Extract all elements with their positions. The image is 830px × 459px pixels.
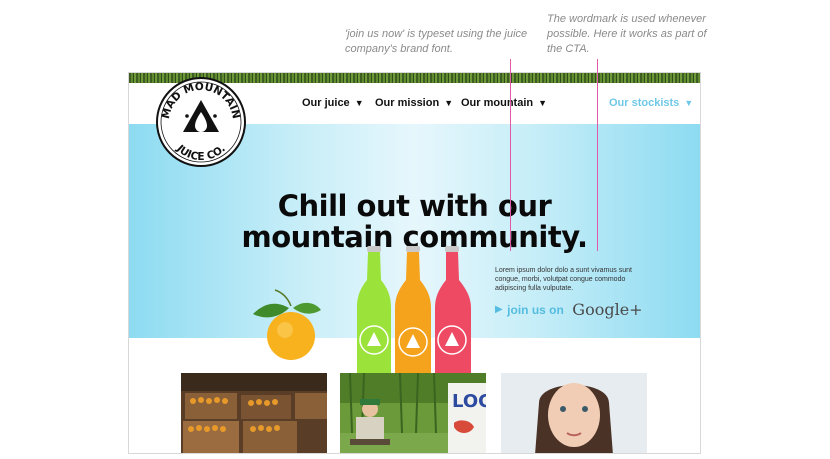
hero-blurb: Lorem ipsum dolor dolo a sunt vivamus su… [495, 267, 632, 292]
annotation-pointer-wordmark [597, 59, 598, 251]
nav-our-juice[interactable]: Our juice ▼ [302, 97, 364, 109]
photo-woman-portrait[interactable] [501, 373, 647, 454]
caret-down-icon: ▼ [684, 98, 694, 108]
cta-join-text: join us on [507, 302, 564, 317]
nav-our-mountain[interactable]: Our mountain ▼ [461, 97, 547, 109]
caret-down-icon: ▼ [444, 98, 454, 108]
play-arrow-icon: ▶ [495, 304, 503, 315]
caret-down-icon: ▼ [354, 98, 364, 108]
photo-orange-crates[interactable] [181, 373, 327, 454]
nav-our-juice-label: Our juice [302, 97, 350, 109]
nav-our-mission-label: Our mission [375, 97, 440, 109]
nav-our-stockists[interactable]: Our stockists ▼ [609, 97, 693, 109]
photo-farmer-cornfield[interactable]: LOC [340, 373, 486, 454]
join-google-plus-cta[interactable]: ▶ join us on Google+ [495, 300, 643, 319]
nav-our-stockists-label: Our stockists [609, 97, 680, 109]
svg-text:LOC: LOC [452, 391, 486, 412]
annotation-brand-font: 'join us now' is typeset using the juice… [345, 28, 528, 55]
nav-our-mission[interactable]: Our mission ▼ [375, 97, 453, 109]
website-mockup: Our juice ▼ Our mission ▼ Our mountain ▼… [128, 72, 701, 454]
hero-headline-line-1: Chill out with our [277, 189, 552, 223]
annotation-wordmark: The wordmark is used whenever possible. … [547, 13, 707, 55]
photo-strip: LOC [129, 373, 700, 454]
mad-mountain-logo[interactable]: MAD MOUNTAIN JUICE CO. [155, 76, 247, 168]
annotation-pointer-brand-font [510, 59, 511, 251]
hero-headline: Chill out with our mountain community. [129, 191, 700, 253]
caret-down-icon: ▼ [538, 98, 548, 108]
google-plus-wordmark: Google+ [572, 300, 643, 319]
orange-fruit-image [253, 289, 321, 360]
nav-our-mountain-label: Our mountain [461, 97, 534, 109]
